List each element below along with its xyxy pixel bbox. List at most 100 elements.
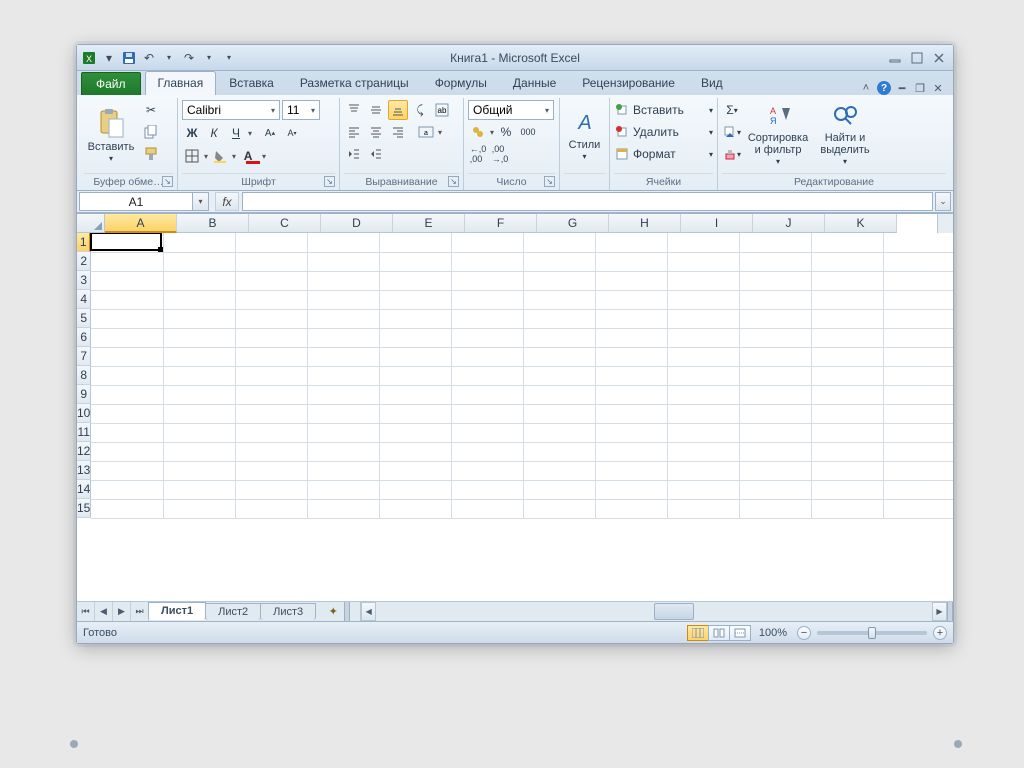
tab-page-layout[interactable]: Разметка страницы xyxy=(287,71,422,95)
name-box-caret[interactable]: ▾ xyxy=(193,192,209,211)
horizontal-scrollbar[interactable]: ◀ ▶ xyxy=(360,602,947,621)
column-header[interactable]: A xyxy=(105,214,177,233)
view-normal-icon[interactable] xyxy=(687,625,709,641)
sheet-nav-next-icon[interactable]: ▶ xyxy=(113,602,131,621)
tab-splitter[interactable] xyxy=(344,602,350,621)
clipboard-dialog-icon[interactable]: ↘ xyxy=(162,176,173,187)
fill-color-icon[interactable] xyxy=(210,146,230,166)
number-dialog-icon[interactable]: ↘ xyxy=(544,176,555,187)
font-name-select[interactable]: Calibri▾ xyxy=(182,100,280,120)
clear-icon[interactable]: ▾ xyxy=(722,144,742,164)
font-size-select[interactable]: 11▾ xyxy=(282,100,320,120)
percent-icon[interactable]: % xyxy=(496,122,516,142)
row-header[interactable]: 4 xyxy=(77,290,91,309)
row-header[interactable]: 8 xyxy=(77,366,91,385)
row-header[interactable]: 1 xyxy=(77,233,91,252)
format-painter-icon[interactable] xyxy=(141,144,161,164)
row-header[interactable]: 9 xyxy=(77,385,91,404)
sheet-tab[interactable]: Лист3 xyxy=(260,603,316,620)
help-icon[interactable]: ? xyxy=(877,81,891,95)
select-all-corner[interactable] xyxy=(77,214,105,233)
zoom-percent[interactable]: 100% xyxy=(759,627,787,639)
zoom-thumb[interactable] xyxy=(868,627,876,639)
view-page-break-icon[interactable] xyxy=(729,625,751,641)
column-header[interactable]: E xyxy=(393,214,465,233)
align-center-icon[interactable] xyxy=(366,122,386,142)
sheet-nav-prev-icon[interactable]: ◀ xyxy=(95,602,113,621)
cut-icon[interactable]: ✂ xyxy=(141,100,161,120)
tab-file[interactable]: Файл xyxy=(81,72,141,95)
name-box[interactable]: A1 xyxy=(79,192,193,211)
scroll-left-icon[interactable]: ◀ xyxy=(361,602,376,621)
undo-caret[interactable]: ▾ xyxy=(161,50,177,66)
redo-caret[interactable]: ▾ xyxy=(201,50,217,66)
view-page-layout-icon[interactable] xyxy=(708,625,730,641)
column-header[interactable]: K xyxy=(825,214,897,233)
orientation-icon[interactable]: ⤹ xyxy=(410,100,430,120)
insert-cells-button[interactable]: Вставить▾ xyxy=(614,100,714,120)
workbook-minimize-icon[interactable]: ━ xyxy=(895,81,909,95)
grow-font-icon[interactable]: A▴ xyxy=(260,123,280,143)
font-dialog-icon[interactable]: ↘ xyxy=(324,176,335,187)
row-header[interactable]: 10 xyxy=(77,404,91,423)
tab-formulas[interactable]: Формулы xyxy=(422,71,500,95)
redo-icon[interactable]: ↷ xyxy=(181,50,197,66)
fill-icon[interactable]: ▾ xyxy=(722,122,742,142)
ribbon-minimize-icon[interactable]: ˄ xyxy=(859,81,873,95)
tab-home[interactable]: Главная xyxy=(145,71,217,95)
column-header[interactable]: F xyxy=(465,214,537,233)
bold-button[interactable]: Ж xyxy=(182,123,202,143)
find-select-button[interactable]: Найти и выделить▾ xyxy=(814,100,876,170)
comma-style-icon[interactable]: 000 xyxy=(518,122,538,142)
merge-cells-icon[interactable]: a xyxy=(416,122,436,142)
sheet-tab[interactable]: Лист2 xyxy=(205,603,261,620)
row-header[interactable]: 3 xyxy=(77,271,91,290)
underline-button[interactable]: Ч xyxy=(226,123,246,143)
sheet-nav-last-icon[interactable]: ⏭ xyxy=(131,602,149,621)
maximize-icon[interactable] xyxy=(909,50,925,66)
increase-indent-icon[interactable] xyxy=(366,144,386,164)
row-header[interactable]: 15 xyxy=(77,499,91,518)
align-top-icon[interactable] xyxy=(344,100,364,120)
autosum-icon[interactable]: Σ▾ xyxy=(722,100,742,120)
styles-button[interactable]: A Стили ▾ xyxy=(564,100,605,170)
row-header[interactable]: 7 xyxy=(77,347,91,366)
align-left-icon[interactable] xyxy=(344,122,364,142)
copy-icon[interactable] xyxy=(141,122,161,142)
column-header[interactable]: C xyxy=(249,214,321,233)
row-header[interactable]: 12 xyxy=(77,442,91,461)
tab-review[interactable]: Рецензирование xyxy=(569,71,688,95)
zoom-slider[interactable] xyxy=(817,631,927,635)
shrink-font-icon[interactable]: A▾ xyxy=(282,123,302,143)
align-middle-icon[interactable] xyxy=(366,100,386,120)
cell-grid[interactable] xyxy=(91,233,953,601)
column-header[interactable]: G xyxy=(537,214,609,233)
column-header[interactable]: B xyxy=(177,214,249,233)
column-header[interactable]: D xyxy=(321,214,393,233)
column-header[interactable]: J xyxy=(753,214,825,233)
increase-decimal-icon[interactable]: ←,0,00 xyxy=(468,144,488,164)
qat-customize-caret[interactable]: ▾ xyxy=(221,50,237,66)
delete-cells-button[interactable]: Удалить▾ xyxy=(614,122,714,142)
row-header[interactable]: 6 xyxy=(77,328,91,347)
hscroll-thumb[interactable] xyxy=(654,603,694,620)
wrap-text-icon[interactable]: ab xyxy=(432,100,452,120)
align-bottom-icon[interactable] xyxy=(388,100,408,120)
formula-input[interactable] xyxy=(242,192,933,211)
fx-button[interactable]: fx xyxy=(215,192,239,211)
column-header[interactable]: I xyxy=(681,214,753,233)
column-header[interactable]: H xyxy=(609,214,681,233)
number-format-select[interactable]: Общий▾ xyxy=(468,100,554,120)
hscroll-splitter[interactable] xyxy=(947,602,953,621)
zoom-out-icon[interactable]: − xyxy=(797,626,811,640)
tab-insert[interactable]: Вставка xyxy=(216,71,287,95)
row-header[interactable]: 13 xyxy=(77,461,91,480)
align-right-icon[interactable] xyxy=(388,122,408,142)
close-icon[interactable] xyxy=(931,50,947,66)
paste-button[interactable]: Вставить ▾ xyxy=(84,100,138,170)
row-header[interactable]: 5 xyxy=(77,309,91,328)
format-cells-button[interactable]: Формат▾ xyxy=(614,144,714,164)
sort-filter-button[interactable]: АЯ Сортировка и фильтр▾ xyxy=(745,100,811,170)
workbook-close-icon[interactable]: ✕ xyxy=(931,81,945,95)
decrease-decimal-icon[interactable]: ,00→,0 xyxy=(490,144,510,164)
